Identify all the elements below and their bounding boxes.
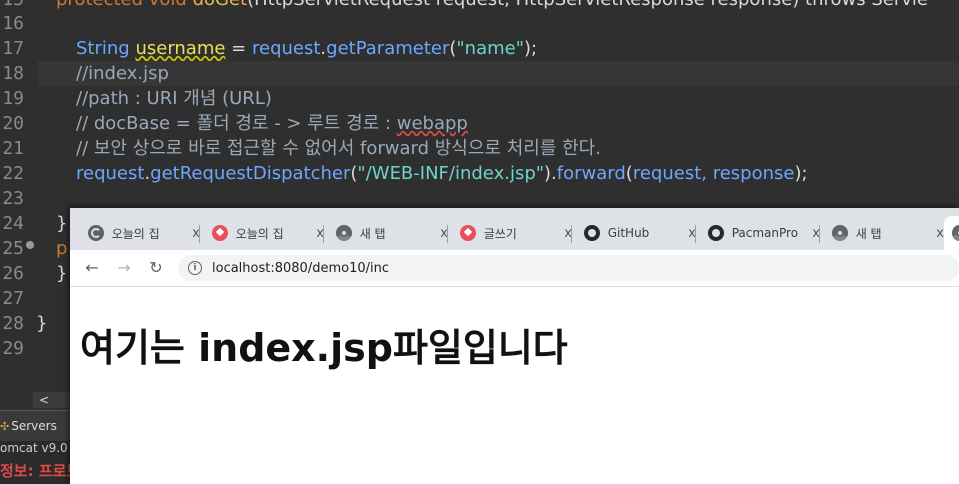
- comment: // docBase = 폴더 경로 - > 루트 경로 :: [76, 113, 397, 134]
- assign-operator: =: [225, 38, 252, 59]
- console-log-line: 정보: 프로토: [0, 462, 81, 480]
- line-number: 19: [2, 88, 24, 109]
- tab-strip: 오늘의 집 x 오늘의 집 x 새 탭 x 글쓰기 x GitHub x Pac…: [70, 208, 959, 250]
- browser-tab[interactable]: 오늘의 집 x: [200, 216, 324, 250]
- method-name: doGet: [193, 0, 248, 10]
- line-number: 28: [2, 313, 24, 334]
- line-number: 26: [2, 263, 24, 284]
- browser-tab-active[interactable]: [944, 216, 959, 250]
- comment-misspelled: webapp: [396, 113, 468, 134]
- paren-close: );: [524, 38, 538, 59]
- servers-tab-label: Servers: [11, 419, 57, 433]
- line-number: 20: [2, 113, 24, 134]
- todayhouse-red-icon: [212, 225, 228, 241]
- tab-title: 새 탭: [855, 226, 882, 241]
- servers-icon: ✣: [0, 420, 10, 433]
- globe-icon: [88, 225, 104, 241]
- chrome-icon: [952, 225, 959, 241]
- code-line-15[interactable]: protected void doGet(HttpServletRequest …: [56, 0, 959, 12]
- browser-tab[interactable]: 오늘의 집 x: [76, 216, 200, 250]
- chrome-icon: [832, 225, 848, 241]
- arguments: request, response: [632, 163, 795, 184]
- todayhouse-red-icon: [460, 225, 476, 241]
- address-bar[interactable]: i localhost:8080/demo10/inc: [178, 255, 959, 281]
- line-number: 18: [2, 63, 24, 84]
- browser-toolbar: ← → ↻ i localhost:8080/demo10/inc: [70, 250, 959, 287]
- brace: }: [36, 313, 48, 334]
- code-line-17[interactable]: String username = request.getParameter("…: [76, 36, 959, 61]
- line-number: 27: [2, 288, 24, 309]
- servers-tab[interactable]: ✣ Servers: [0, 419, 57, 433]
- type-keyword: String: [76, 38, 130, 59]
- line-number: 21: [2, 138, 24, 159]
- line-number: 25: [2, 238, 24, 259]
- method-call: forward: [556, 163, 626, 184]
- code-line-20[interactable]: // docBase = 폴더 경로 - > 루트 경로 : webapp: [76, 111, 959, 136]
- object-ref: request: [76, 163, 145, 184]
- close-tab-icon[interactable]: x: [936, 226, 944, 241]
- forward-button[interactable]: →: [114, 258, 134, 278]
- site-info-icon[interactable]: i: [188, 261, 202, 275]
- comment: //path : URI 개념 (URL): [76, 88, 272, 109]
- page-heading: 여기는 index.jsp파일입니다: [80, 326, 568, 370]
- method-call: getParameter: [326, 38, 450, 59]
- github-icon: [584, 225, 600, 241]
- tab-title: GitHub: [607, 226, 650, 240]
- brace: }: [56, 263, 68, 284]
- keyword-fragment: p: [56, 238, 68, 259]
- statement-end: ;: [801, 163, 808, 184]
- line-number-gutter: 15 16 17 18 19 20 21 22 23 24 25 26 27 2…: [0, 0, 38, 410]
- code-line-19[interactable]: //path : URI 개념 (URL): [76, 86, 959, 111]
- code-line-21[interactable]: // 보안 상으로 바로 접근할 수 없어서 forward 방식으로 처리를 …: [76, 136, 959, 161]
- string-literal: "/WEB-INF/index.jsp": [357, 163, 545, 184]
- keyword: protected: [56, 0, 143, 10]
- code-line-18[interactable]: //index.jsp: [38, 61, 959, 86]
- fold-toggle-icon[interactable]: [26, 241, 34, 249]
- comment: // 보안 상으로 바로 접근할 수 없어서 forward 방식으로 처리를 …: [76, 138, 601, 159]
- line-number: 22: [2, 163, 24, 184]
- browser-tab[interactable]: 글쓰기 x: [448, 216, 572, 250]
- method-signature: (HttpServletRequest request, HttpServlet…: [247, 0, 928, 10]
- tab-title: 오늘의 집: [235, 226, 284, 241]
- browser-tab[interactable]: 새 탭 x: [820, 216, 944, 250]
- line-number: 23: [2, 188, 24, 209]
- string-literal: "name": [456, 38, 525, 59]
- page-content: 여기는 index.jsp파일입니다: [70, 287, 959, 484]
- keyword: void: [149, 0, 187, 10]
- variable-username: username: [135, 38, 226, 59]
- line-number: 16: [2, 13, 24, 34]
- browser-tab[interactable]: PacmanPro x: [696, 216, 820, 250]
- object-ref: request: [251, 38, 321, 59]
- line-number: 24: [2, 213, 24, 234]
- browser-window: 오늘의 집 x 오늘의 집 x 새 탭 x 글쓰기 x GitHub x Pac…: [70, 208, 959, 484]
- tab-title: 새 탭: [359, 226, 386, 241]
- tab-title: PacmanPro: [731, 226, 799, 240]
- servers-panel-tabbar: ✣ Servers: [0, 410, 80, 441]
- back-button[interactable]: ←: [82, 258, 102, 278]
- brace: }: [56, 213, 68, 234]
- code-line-22[interactable]: request.getRequestDispatcher("/WEB-INF/i…: [76, 161, 959, 186]
- browser-tab[interactable]: 새 탭 x: [324, 216, 448, 250]
- url-text[interactable]: localhost:8080/demo10/inc: [212, 261, 389, 276]
- line-number: 29: [2, 338, 24, 359]
- method-call: getRequestDispatcher: [150, 163, 351, 184]
- chrome-icon: [336, 225, 352, 241]
- comment: //index.jsp: [76, 63, 169, 84]
- line-number: 17: [2, 38, 24, 59]
- reload-button[interactable]: ↻: [146, 258, 166, 278]
- tab-title: 글쓰기: [483, 226, 517, 241]
- browser-tab[interactable]: GitHub x: [572, 216, 696, 250]
- tab-title: 오늘의 집: [111, 226, 160, 241]
- github-icon: [708, 225, 724, 241]
